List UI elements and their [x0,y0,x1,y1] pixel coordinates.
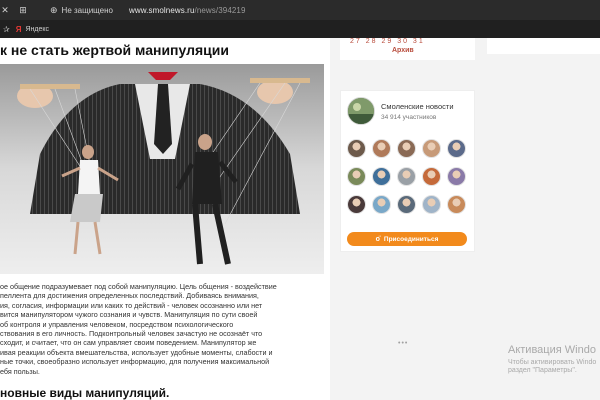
browser-address-bar: ✕ ⊞ ⊕ Не защищено www.smolnews.ru/news/3… [0,0,600,20]
article-line: ое общение подразумевает под собой манип… [0,282,277,291]
windows-activation-watermark: Активация Windo Чтобы активировать Windo… [508,344,596,374]
ad-banner[interactable] [487,38,600,54]
url-path: /news/394219 [194,5,246,15]
join-button-label: Присоединиться [383,235,439,243]
member-avatar[interactable] [347,195,366,214]
group-name[interactable]: Смоленские новости [381,102,454,111]
member-avatar[interactable] [372,139,391,158]
article-line: ебя пользы. [0,366,40,376]
bookmark-yandex[interactable]: Яндекс [25,26,49,33]
member-avatar[interactable] [372,167,391,186]
calendar-dates[interactable]: 27 28 29 30 31 [350,38,425,45]
member-avatar[interactable] [347,139,366,158]
url-host: www.smolnews.ru [128,5,195,15]
group-members-count: 34 914 участников [381,113,437,121]
group-logo-image [348,98,374,124]
yandex-icon[interactable]: Я [16,25,22,34]
pagination-dots[interactable]: ••• [398,340,408,347]
member-avatar[interactable] [397,167,416,186]
member-avatar[interactable] [422,195,441,214]
globe-icon[interactable]: ⊕ [50,5,58,16]
member-avatar[interactable] [397,139,416,158]
member-avatars [347,139,471,214]
group-logo[interactable] [347,97,375,125]
join-button[interactable]: ᴏ̈ Присоединиться [347,232,467,246]
member-avatar[interactable] [422,167,441,186]
group-header: Смоленские новости 34 914 участников [347,97,454,125]
bookmark-star-icon[interactable]: ✰ [3,25,10,34]
article-line: ивая реакции объекта вмешательства, испо… [0,347,273,357]
article-body: ое общение подразумевает под собой манип… [0,282,328,376]
web-page: к не стать жертвой манипуляции ое общени… [0,38,600,400]
article-line: ия, согласия, информации или каких то де… [0,300,263,310]
article-subheading: новные виды манипуляций. [0,386,170,400]
article-line: пеллента для достижения определенных пос… [0,291,259,301]
member-avatar[interactable] [347,167,366,186]
member-avatar[interactable] [372,195,391,214]
article-line: ные точки, своеобразно использует информ… [0,357,270,367]
tabs-grid-icon[interactable]: ⊞ [18,5,28,16]
activation-line-1: Чтобы активировать Windo [508,359,597,366]
member-avatar[interactable] [422,139,441,158]
ok-group-widget: Смоленские новости 34 914 участников ᴏ̈ … [340,90,475,252]
article-column: к не стать жертвой манипуляции ое общени… [0,38,330,400]
puppeteer-illustration [0,64,324,274]
ok-icon: ᴏ̈ [375,235,380,243]
member-avatar[interactable] [447,195,466,214]
article-line: сходит, и считает, что он сам управляет … [0,338,257,348]
member-avatar[interactable] [447,139,466,158]
security-label[interactable]: Не защищено [62,6,113,15]
archive-link[interactable]: Архив [392,47,414,54]
article-line: ствования в его личность. Подконтрольный… [0,329,263,339]
member-avatar[interactable] [397,195,416,214]
calendar-widget: 27 28 29 30 31 Архив [340,38,475,60]
article-title: к не стать жертвой манипуляции [0,42,229,58]
article-line: об контроля и управления человеком, поср… [0,319,234,329]
activation-title: Активация Windo [508,344,596,356]
activation-line-2: раздел "Параметры". [508,367,577,374]
close-tab-icon[interactable]: ✕ [0,5,10,16]
article-line: вится манипулятором чужого сознания и чу… [0,310,258,320]
member-avatar[interactable] [447,167,466,186]
bookmarks-bar: ✰ Я Яндекс [0,20,600,38]
article-photo [0,64,324,274]
url-field[interactable]: www.smolnews.ru/news/394219 [129,6,246,15]
